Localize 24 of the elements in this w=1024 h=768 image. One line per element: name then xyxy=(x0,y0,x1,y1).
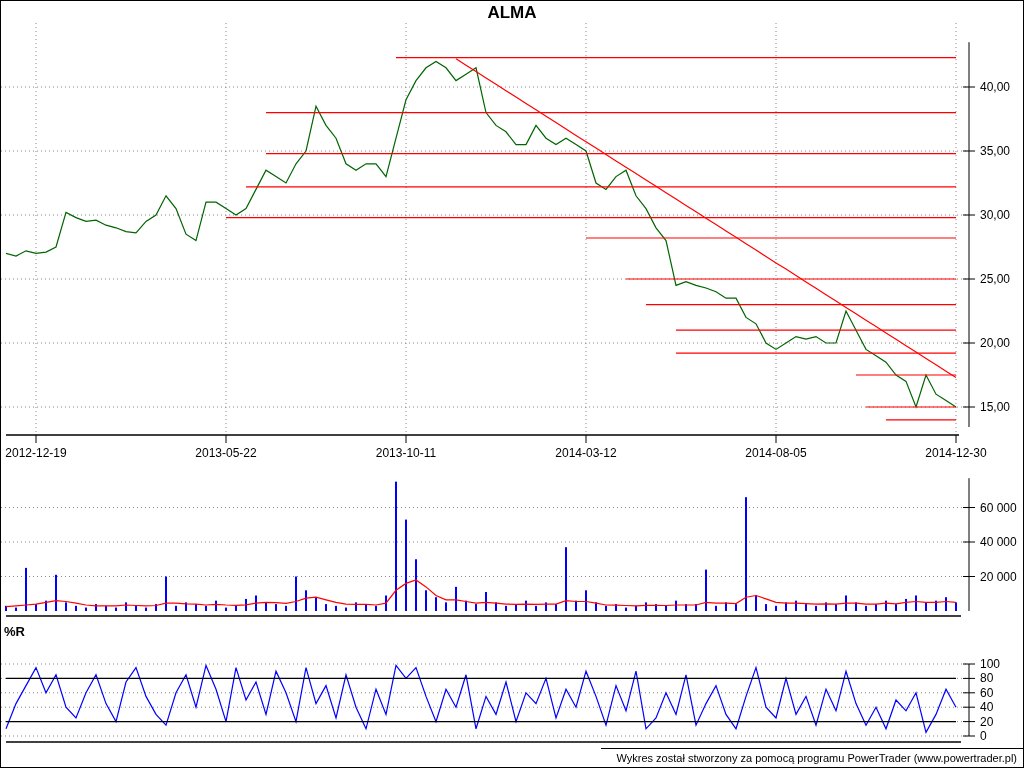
axis-label: 0 xyxy=(980,729,987,743)
axis-label: 20 000 xyxy=(980,569,1017,584)
axis-label: 20 xyxy=(980,714,994,729)
axis-label: 2012-12-19 xyxy=(5,446,67,460)
axis-label: 60 xyxy=(980,685,994,700)
axis-label: 25,00 xyxy=(980,272,1011,286)
axis-label: 20,00 xyxy=(980,336,1011,350)
chart-title: ALMA xyxy=(487,3,537,21)
axis-label: 2014-08-05 xyxy=(745,446,807,460)
axis-label: 40 xyxy=(980,700,994,715)
axis-label: 80 xyxy=(980,671,994,686)
axis-label: 2013-05-22 xyxy=(195,446,257,460)
panel-title: %R xyxy=(4,625,25,638)
axis-label: 2014-12-30 xyxy=(925,446,987,460)
axis-label: 40 000 xyxy=(980,535,1017,549)
axis-label: 35,00 xyxy=(980,144,1011,158)
axis-label: 100 xyxy=(980,657,1001,671)
axis-label: 2013-10-11 xyxy=(375,446,437,460)
axis-label: 30,00 xyxy=(980,208,1011,222)
footer-text: Wykres został stworzony za pomocą programu PowerTrader (www.powertrader.pl) xyxy=(616,752,1017,764)
axis-label: 15,00 xyxy=(980,400,1011,414)
axis-label: 60 000 xyxy=(980,500,1017,515)
axis-label: 2014-03-12 xyxy=(555,446,617,460)
axis-label: 40,00 xyxy=(980,80,1011,94)
